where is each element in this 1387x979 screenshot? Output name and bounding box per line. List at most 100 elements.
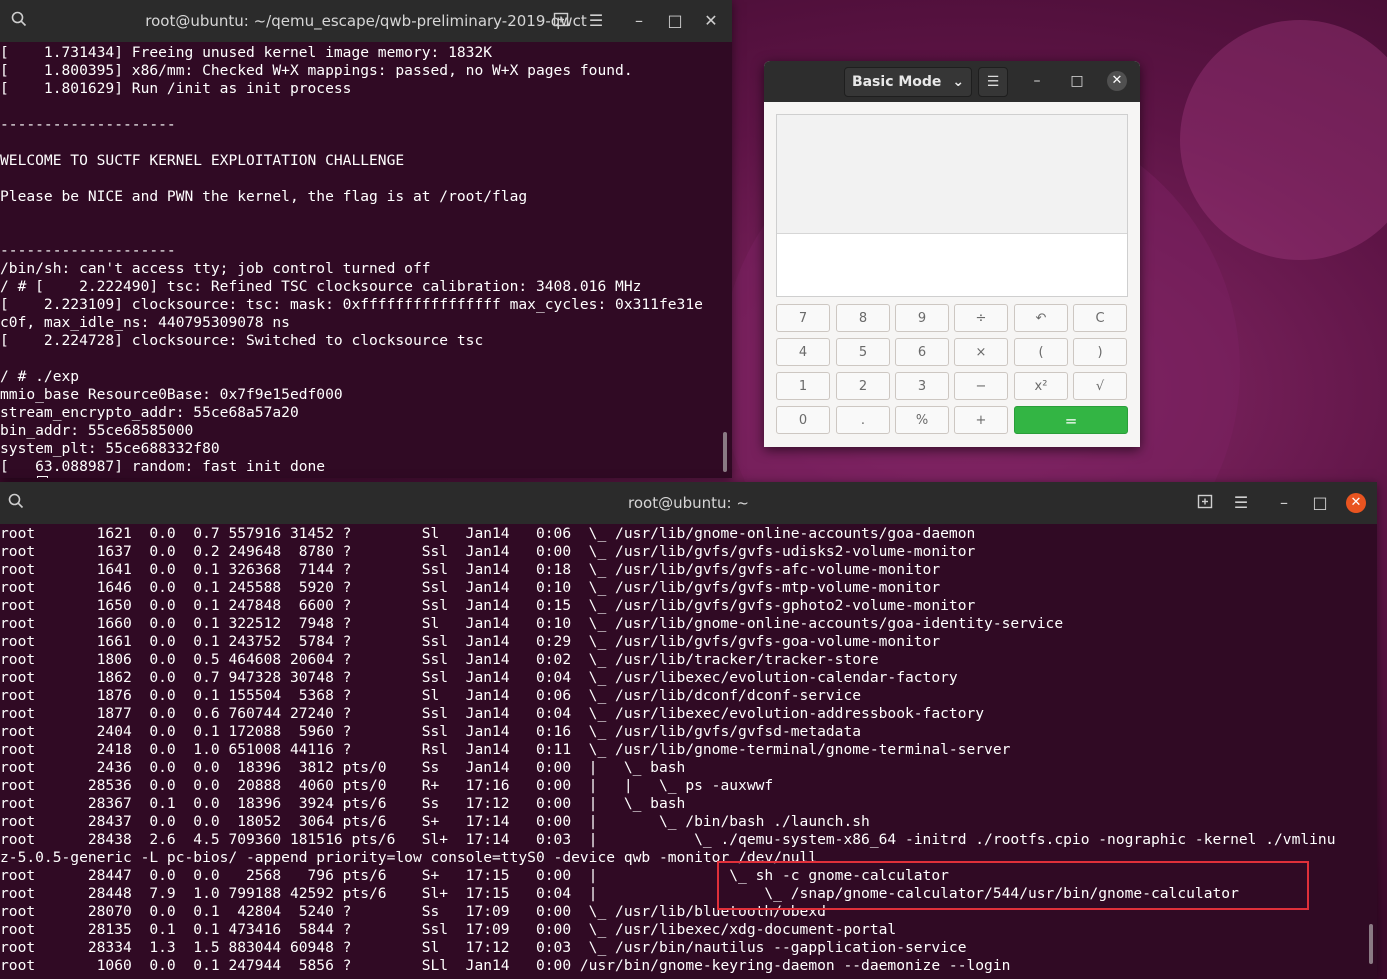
terminal-line: root 1650 0.0 0.1 247848 6600 ? Ssl Jan1… [0,597,976,614]
menu-icon[interactable]: ☰ [586,11,606,31]
terminal-line: stream_encrypto_addr: 55ce68a57a20 [0,404,299,421]
new-tab-icon[interactable] [1195,493,1215,513]
calc-key-button[interactable]: 0 [776,406,830,434]
terminal-line: [ 1.801629] Run /init as init process [0,80,352,97]
top-terminal-window: root@ubuntu: ~/qemu_escape/qwb-prelimina… [0,0,732,478]
calc-key-button[interactable]: 3 [895,372,949,400]
terminal-line: root 1646 0.0 0.1 245588 5920 ? Ssl Jan1… [0,579,941,596]
terminal-line: [ 2.223109] clocksource: tsc: mask: 0xff… [0,296,703,313]
minimize-button[interactable]: – [1027,71,1047,91]
window-title: root@ubuntu: ~ [628,494,749,512]
calc-key-button[interactable]: 2 [836,372,890,400]
terminal-line: root 1661 0.0 0.1 243752 5784 ? Ssl Jan1… [0,633,941,650]
terminal-line: root 1637 0.0 0.2 249648 8780 ? Ssl Jan1… [0,543,976,560]
terminal-line: [ 1.731434] Freeing unused kernel image … [0,44,493,61]
terminal-line: / # ./exp [0,368,80,385]
history-area [777,115,1127,234]
calc-key-button[interactable]: 5 [836,338,890,366]
calc-key-button[interactable]: 1 [776,372,830,400]
terminal-line: root 28536 0.0 0.0 20888 4060 pts/0 R+ 1… [0,777,774,794]
calc-key-button[interactable]: 6 [895,338,949,366]
terminal-cursor [37,476,49,478]
top-terminal-titlebar[interactable]: root@ubuntu: ~/qemu_escape/qwb-prelimina… [0,0,732,42]
scrollbar[interactable] [723,432,727,472]
terminal-line: root 2418 0.0 1.0 651008 44116 ? Rsl Jan… [0,741,1011,758]
terminal-line: root 2404 0.0 0.1 172088 5960 ? Ssl Jan1… [0,723,862,740]
terminal-line: bin_addr: 55ce68585000 [0,422,194,439]
calc-key-button[interactable]: ↶ [1014,304,1068,332]
terminal-line: mmio_base Resource0Base: 0x7f9e15edf000 [0,386,343,403]
terminal-line: [ 2.224728] clocksource: Switched to clo… [0,332,484,349]
terminal-line: root 1876 0.0 0.1 155504 5368 ? Sl Jan14… [0,687,862,704]
equals-button[interactable]: = [1014,406,1128,434]
terminal-output[interactable]: root 1621 0.0 0.7 557916 31452 ? Sl Jan1… [0,525,1377,979]
new-tab-icon[interactable] [551,11,571,31]
calculator-display[interactable] [776,114,1128,297]
calc-key-button[interactable]: C [1073,304,1127,332]
calc-key-button[interactable]: × [954,338,1008,366]
terminal-line: root 1660 0.0 0.1 322512 7948 ? Sl Jan14… [0,615,1064,632]
close-icon[interactable]: ✕ [701,11,721,31]
bottom-terminal-titlebar[interactable]: root@ubuntu: ~ ☰ – □ ✕ [0,482,1377,524]
terminal-line: / # [ 2.222490] tsc: Refined TSC clockso… [0,278,642,295]
terminal-line: root 28367 0.1 0.0 18396 3924 pts/6 Ss 1… [0,795,686,812]
calc-key-button[interactable]: + [954,406,1008,434]
calc-key-button[interactable]: ÷ [954,304,1008,332]
close-icon[interactable]: ✕ [1346,493,1366,513]
calc-key-button[interactable]: . [836,406,890,434]
calc-key-button[interactable]: √ [1073,372,1127,400]
calc-key-button[interactable]: % [895,406,949,434]
terminal-line: root 1877 0.0 0.6 760744 27240 ? Ssl Jan… [0,705,985,722]
calc-key-button[interactable]: 7 [776,304,830,332]
terminal-line: /bin/sh: can't access tty; job control t… [0,260,431,277]
maximize-icon[interactable]: □ [1310,493,1330,513]
calc-key-button[interactable]: 9 [895,304,949,332]
calculator-window: Basic Mode ⌄ ☰ – □ ✕ 7 8 9 ÷ ↶ C 4 5 6 ×() 1 2 3− x² √… [764,61,1140,447]
menu-button[interactable]: ☰ [978,67,1008,97]
calc-key-button[interactable]: ( [1014,338,1068,366]
terminal-line: -------------------- [0,242,176,259]
chevron-down-icon: ⌄ [952,74,965,90]
terminal-line: Please be NICE and PWN the kernel, the f… [0,188,528,205]
terminal-line: root 28438 2.6 4.5 709360 181516 pts/6 S… [0,831,1336,848]
window-title: root@ubuntu: ~/qemu_escape/qwb-prelimina… [145,12,587,30]
terminal-line: root 1862 0.0 0.7 947328 30748 ? Ssl Jan… [0,669,958,686]
terminal-line: root 1060 0.0 0.1 247944 5856 ? SLl Jan1… [0,957,1011,974]
maximize-button[interactable]: □ [1067,71,1087,91]
terminal-line: root 1806 0.0 0.5 464608 20604 ? Ssl Jan… [0,651,879,668]
close-button[interactable]: ✕ [1107,71,1127,91]
terminal-line: [ 63.088987] random: fast init done [0,458,326,475]
scrollbar[interactable] [1369,924,1373,964]
calculator-headerbar[interactable]: Basic Mode ⌄ ☰ – □ ✕ [764,61,1140,102]
terminal-line: [ 1.800395] x86/mm: Checked W+X mappings… [0,62,633,79]
mode-label: Basic Mode [851,74,942,90]
terminal-line: / # [0,476,732,478]
terminal-line: -------------------- [0,116,176,133]
maximize-icon[interactable]: □ [665,11,685,31]
terminal-line: root 1621 0.0 0.7 557916 31452 ? Sl Jan1… [0,525,976,542]
calc-key-button[interactable]: − [954,372,1008,400]
calc-key-button[interactable]: 4 [776,338,830,366]
calc-key-button[interactable]: x² [1014,372,1068,400]
calc-key-button[interactable]: ) [1073,338,1127,366]
mode-selector-button[interactable]: Basic Mode ⌄ [844,67,972,97]
highlight-annotation-box [717,861,1309,910]
minimize-icon[interactable]: – [629,11,649,31]
wallpaper-shape [1180,20,1387,260]
calc-key-button[interactable]: 8 [836,304,890,332]
terminal-line: root 28334 1.3 1.5 883044 60948 ? Sl 17:… [0,939,967,956]
menu-icon[interactable]: ☰ [1231,493,1251,513]
terminal-line: system_plt: 55ce688332f80 [0,440,220,457]
minimize-icon[interactable]: – [1274,493,1294,513]
terminal-output[interactable]: [ 1.731434] Freeing unused kernel image … [0,44,732,478]
terminal-line: root 2436 0.0 0.0 18396 3812 pts/0 Ss Ja… [0,759,686,776]
terminal-line: root 1641 0.0 0.1 326368 7144 ? Ssl Jan1… [0,561,941,578]
terminal-line: root 28437 0.0 0.0 18052 3064 pts/6 S+ 1… [0,813,870,830]
terminal-line: c0f, max_idle_ns: 440795309078 ns [0,314,290,331]
